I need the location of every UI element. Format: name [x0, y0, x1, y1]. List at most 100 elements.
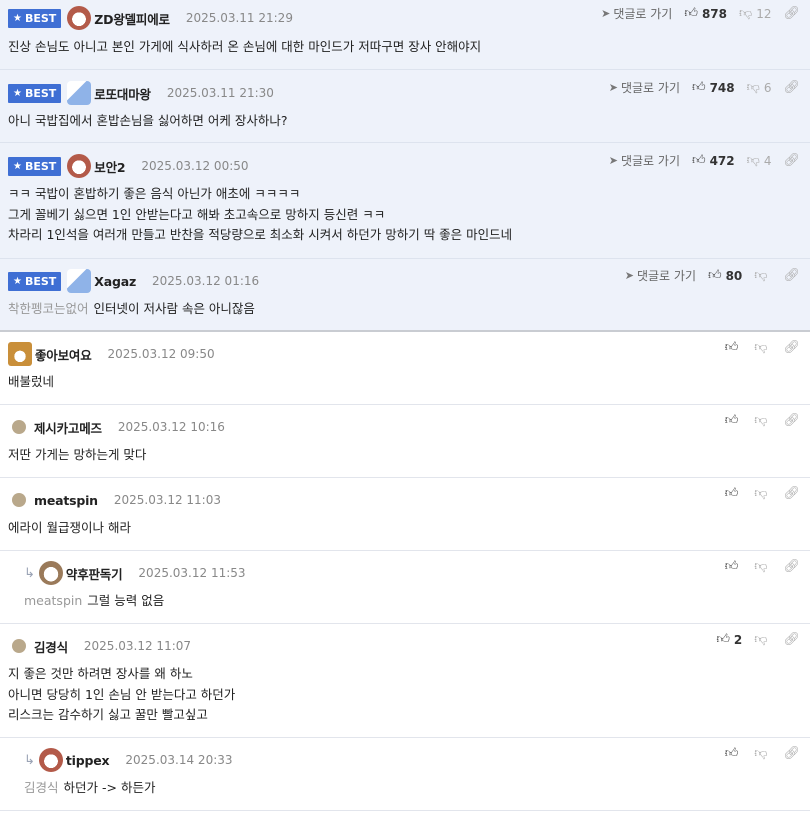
comment-author[interactable]: meatspin [34, 493, 98, 508]
reply-mention[interactable]: 착한펭코는없어 [8, 301, 89, 316]
avatar[interactable] [12, 493, 26, 507]
upvote-button[interactable]: 👍︎ 2 [716, 632, 742, 647]
best-badge: ★ BEST [8, 271, 62, 291]
downvote-button[interactable]: 👎︎ [754, 559, 771, 574]
comment-text: meatspin 그럴 능력 없음 [24, 593, 165, 608]
downvote-button[interactable]: 👎︎ [754, 340, 771, 355]
reply-mention[interactable]: meatspin [24, 593, 82, 608]
link-icon[interactable]: 🔗︎ [783, 632, 800, 647]
comment-author[interactable]: 좋아보여요 [35, 345, 92, 364]
upvote-button[interactable]: 👍︎ [725, 559, 743, 574]
link-icon[interactable]: 🔗︎ [783, 559, 800, 574]
thumbs-up-icon: 👍︎ [724, 746, 739, 761]
comment-text: 진상 손님도 아니고 본인 가게에 식사하러 온 손님에 대한 마인드가 저따구… [8, 39, 482, 54]
send-arrow-icon: ➤ [608, 154, 618, 167]
comment-author[interactable]: tippex [66, 753, 110, 768]
upvote-button[interactable]: 👍︎ [725, 486, 743, 501]
comment-date: 2025.03.12 11:03 [113, 493, 221, 507]
best-comment: ★ BEST 로또대마왕 2025.03.11 21:30 ➤ 댓글로 가기 👍︎ 7… [0, 70, 810, 143]
comment: 제시카고메즈 2025.03.12 10:16 👍︎ 👎︎ 🔗︎ 저딴 가게는 … [0, 405, 810, 478]
thumbs-down-icon: 👎︎ [754, 486, 768, 501]
downvote-button[interactable]: 👎︎ [754, 486, 771, 501]
comment-text: 배불렀네 [8, 374, 55, 389]
goto-comment-button[interactable]: ➤ 댓글로 가기 [601, 5, 672, 22]
link-icon[interactable]: 🔗︎ [783, 340, 800, 355]
link-icon[interactable]: 🔗︎ [783, 413, 800, 428]
send-arrow-icon: ➤ [608, 81, 618, 94]
thumbs-up-icon: 👍︎ [724, 559, 739, 574]
link-icon[interactable]: 🔗︎ [783, 268, 800, 283]
thumbs-down-icon: 👎︎ [754, 632, 768, 647]
downvote-button[interactable]: 👎︎ [754, 746, 771, 761]
upvote-button[interactable]: 👍︎ [725, 746, 743, 761]
comment-text: 저딴 가게는 망하는게 맞다 [8, 447, 147, 462]
thumbs-up-icon: 👍︎ [716, 632, 730, 647]
upvote-button[interactable]: 👍︎ 748 [692, 80, 735, 95]
upvote-button[interactable]: 👍︎ [725, 340, 743, 355]
thumbs-up-icon: 👍︎ [724, 413, 739, 428]
avatar[interactable] [8, 342, 32, 366]
comment-author[interactable]: 로또대마왕 [94, 84, 151, 103]
comment-author[interactable]: 제시카고메즈 [34, 418, 102, 437]
comment-text: 김경식 하던가 -> 하든가 [24, 780, 156, 795]
goto-comment-button[interactable]: ➤ 댓글로 가기 [625, 267, 696, 284]
reply-comment: ↳ tippex 2025.03.14 20:33 👍︎ 👎︎ 🔗︎ 김경식 하던… [0, 738, 810, 811]
upvote-button[interactable]: 👍︎ 472 [692, 153, 735, 168]
downvote-button[interactable]: 👎︎ [754, 268, 771, 283]
comment: 좋아보여요 2025.03.12 09:50 👍︎ 👎︎ 🔗︎ 배불렀네 [0, 332, 810, 405]
link-icon[interactable]: 🔗︎ [783, 746, 800, 761]
thumbs-down-icon: 👎︎ [754, 413, 768, 428]
comment-date: 2025.03.14 20:33 [125, 753, 233, 767]
send-arrow-icon: ➤ [601, 7, 611, 20]
reply-mention[interactable]: 김경식 [24, 780, 59, 795]
avatar[interactable] [67, 269, 92, 293]
comment-author[interactable]: Xagaz [94, 274, 136, 289]
thumbs-down-icon: 👎︎ [754, 746, 768, 761]
comment-date: 2025.03.12 10:16 [117, 420, 225, 434]
goto-comment-button[interactable]: ➤ 댓글로 가기 [609, 152, 680, 169]
star-icon: ★ [13, 160, 22, 172]
downvote-button[interactable]: 👎︎ 12 [739, 6, 771, 21]
avatar[interactable] [67, 154, 92, 178]
upvote-button[interactable]: 👍︎ 80 [708, 268, 742, 283]
thumbs-up-icon: 👍︎ [724, 340, 739, 355]
comment-text: 지 좋은 것만 하려면 장사를 왜 하노 아니면 당당히 1인 손님 안 받는다… [8, 666, 236, 722]
link-icon[interactable]: 🔗︎ [783, 6, 800, 21]
thumbs-down-icon: 👎︎ [746, 153, 760, 168]
best-comment: ★ BEST 보안2 2025.03.12 00:50 ➤ 댓글로 가기 👍︎ 472… [0, 143, 810, 259]
avatar[interactable] [12, 639, 26, 653]
comment-author[interactable]: ZD왕델피에로 [94, 9, 170, 28]
thumbs-down-icon: 👎︎ [754, 559, 768, 574]
upvote-button[interactable]: 👍︎ [725, 413, 743, 428]
downvote-button[interactable]: 👎︎ [754, 413, 771, 428]
best-comment: ★ BEST Xagaz 2025.03.12 01:16 ➤ 댓글로 가기 👍︎ 8… [0, 259, 810, 332]
thumbs-up-icon: 👍︎ [724, 486, 739, 501]
star-icon: ★ [13, 12, 22, 24]
star-icon: ★ [13, 275, 22, 287]
downvote-button[interactable]: 👎︎ [754, 632, 771, 647]
avatar[interactable] [38, 561, 63, 585]
comment-date: 2025.03.11 21:29 [185, 11, 293, 25]
link-icon[interactable]: 🔗︎ [783, 153, 800, 168]
comment-list: ★ BEST ZD왕델피에로 2025.03.11 21:29 ➤ 댓글로 가기 👍… [0, 0, 810, 811]
downvote-button[interactable]: 👎︎ 4 [747, 153, 772, 168]
thumbs-down-icon: 👎︎ [754, 268, 768, 283]
avatar[interactable] [67, 81, 92, 105]
star-icon: ★ [13, 87, 22, 99]
link-icon[interactable]: 🔗︎ [783, 80, 800, 95]
comment-author[interactable]: 김경식 [34, 637, 68, 656]
comment-author[interactable]: 보안2 [94, 157, 125, 176]
best-badge: ★ BEST [8, 156, 62, 176]
avatar[interactable] [38, 748, 63, 772]
avatar[interactable] [12, 420, 26, 434]
downvote-button[interactable]: 👎︎ 6 [747, 80, 772, 95]
comment-author[interactable]: 약후판독기 [66, 564, 123, 583]
comment-text: ㅋㅋ 국밥이 혼밥하기 좋은 음식 아닌가 애초에 ㅋㅋㅋㅋ 그게 꼴베기 싫으… [8, 186, 513, 242]
goto-comment-button[interactable]: ➤ 댓글로 가기 [609, 79, 680, 96]
avatar[interactable] [67, 6, 92, 30]
best-comment: ★ BEST ZD왕델피에로 2025.03.11 21:29 ➤ 댓글로 가기 👍… [0, 0, 810, 70]
comment-date: 2025.03.12 11:07 [83, 639, 192, 653]
thumbs-up-icon: 👍︎ [691, 80, 706, 95]
link-icon[interactable]: 🔗︎ [783, 486, 800, 501]
upvote-button[interactable]: 👍︎ 878 [684, 6, 727, 21]
